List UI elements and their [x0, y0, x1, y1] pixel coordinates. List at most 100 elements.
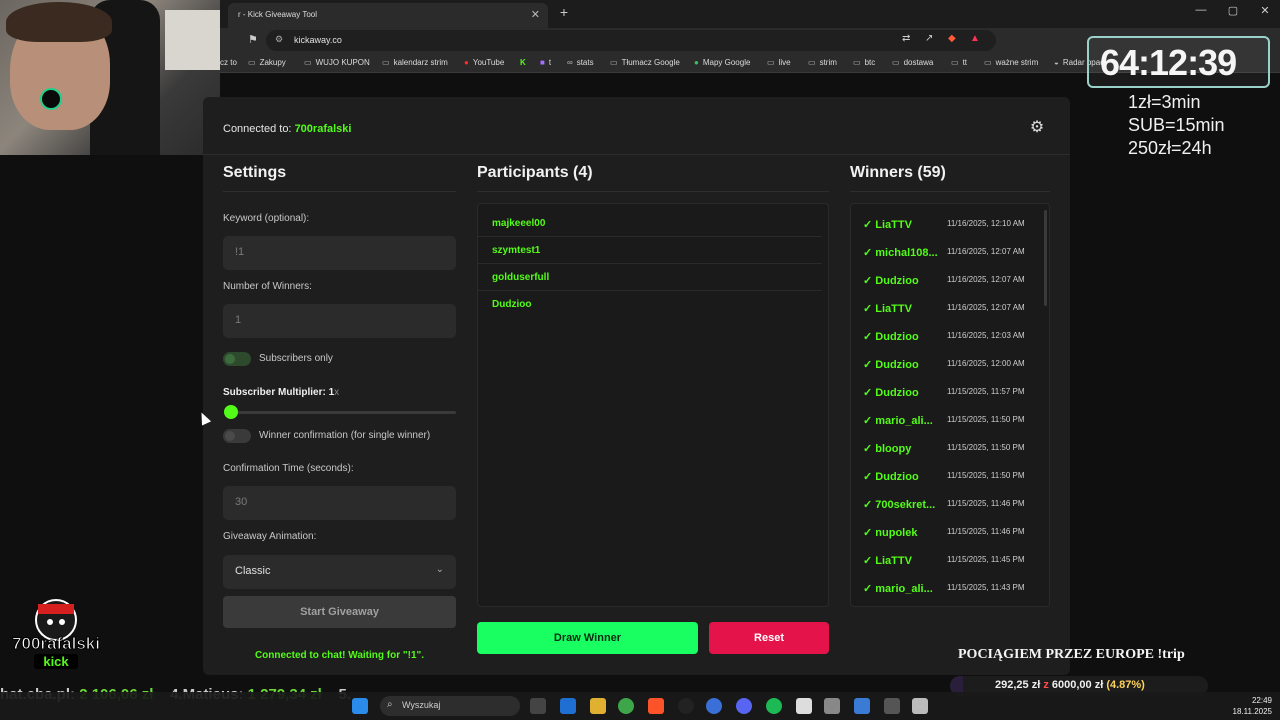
bookmark-icon[interactable]: ⚑ — [248, 33, 258, 46]
bookmark-item[interactable]: ▭ live — [767, 58, 791, 67]
logo-text: 700rafalski — [12, 634, 101, 654]
multiplier-slider-handle[interactable] — [224, 405, 238, 419]
bookmark-item[interactable]: ▭ Zakupy — [248, 58, 286, 67]
winner-name: ✓ Dudzioo — [863, 275, 919, 287]
bookmark-item[interactable]: ● Mapy Google — [694, 58, 750, 67]
app-icon[interactable] — [912, 698, 928, 714]
subscribers-only-toggle[interactable] — [223, 352, 251, 366]
start-icon[interactable] — [352, 698, 368, 714]
bookmark-item[interactable]: ∞ stats — [567, 58, 594, 67]
discord-icon[interactable] — [736, 698, 752, 714]
check-icon: ✓ — [863, 555, 876, 567]
winner-name: ✓ LiaTTV — [863, 303, 912, 315]
maps-icon: ● — [694, 58, 699, 67]
confirmation-time-input[interactable]: 30 — [223, 486, 456, 520]
browser-tab[interactable]: r - Kick Giveaway Tool ✕ — [228, 3, 548, 28]
winner-item: ✓ LiaTTV 11/15/2025, 11:45 PM — [851, 546, 1049, 574]
folder-icon: ▭ — [984, 58, 992, 67]
channel-name: 700rafalski — [294, 123, 352, 135]
translate-icon[interactable]: ⇄ — [902, 33, 910, 44]
check-icon: ✓ — [863, 275, 876, 287]
app-icon[interactable] — [560, 698, 576, 714]
winner-time: 11/16/2025, 12:07 AM — [947, 247, 1025, 256]
address-bar[interactable]: ⚙ kickaway.co — [266, 30, 996, 51]
weather-icon: ◒ — [1054, 58, 1059, 67]
channel-logo: 700rafalski kick — [4, 596, 108, 674]
rate-line: 250zł=24h — [1128, 138, 1212, 158]
app-icon[interactable] — [706, 698, 722, 714]
kick-bookmark-icon[interactable]: K — [520, 58, 526, 67]
winner-time: 11/15/2025, 11:50 PM — [947, 471, 1025, 480]
share-icon[interactable]: ↗ — [925, 33, 933, 44]
winner-item: ✓ bloopy 11/15/2025, 11:50 PM — [851, 434, 1049, 462]
new-tab-icon[interactable]: + — [554, 4, 574, 20]
multiplier-label: Subscriber Multiplier: 1x — [223, 387, 340, 398]
brave-shield-icon[interactable]: ◆ — [948, 33, 956, 44]
site-info-icon[interactable]: ⚙ — [275, 34, 283, 45]
winner-confirmation-toggle[interactable] — [223, 429, 251, 443]
winner-item: ✓ mario_ali... 11/15/2025, 11:50 PM — [851, 406, 1049, 434]
winner-name: ✓ LiaTTV — [863, 555, 912, 567]
minimize-icon[interactable]: — — [1186, 4, 1216, 16]
winner-name: ✓ nupolek — [863, 527, 918, 539]
multiplier-slider-track[interactable] — [231, 411, 456, 414]
bookmark-item[interactable]: ▭ Tłumacz Google — [610, 58, 680, 67]
winner-item: ✓ Dudzioo 11/16/2025, 12:00 AM — [851, 350, 1049, 378]
bookmark-item[interactable]: ■ t — [540, 58, 551, 67]
bookmark-item[interactable]: cz to — [220, 58, 237, 67]
close-window-icon[interactable]: ✕ — [1250, 4, 1280, 17]
bookmark-item[interactable]: ▭ tt — [951, 58, 967, 67]
stats-icon: ∞ — [567, 58, 573, 67]
reset-button[interactable]: Reset — [709, 622, 829, 654]
chat-status: Connected to chat! Waiting for "!1". — [254, 650, 425, 661]
animation-select[interactable]: Classic ⌄ — [223, 555, 456, 589]
chevron-down-icon: ⌄ — [435, 564, 444, 575]
app-icon[interactable] — [854, 698, 870, 714]
winners-count-input[interactable]: 1 — [223, 304, 456, 338]
start-giveaway-button[interactable]: Start Giveaway — [223, 596, 456, 628]
trip-goal-title: POCIĄGIEM PRZEZ EUROPE !trip — [958, 647, 1185, 662]
draw-winner-button[interactable]: Draw Winner — [477, 622, 698, 654]
winners-list[interactable]: ✓ LiaTTV 11/16/2025, 12:10 AM ✓ michal108.… — [850, 203, 1050, 607]
winner-item: ✓ LiaTTV 11/16/2025, 12:07 AM — [851, 294, 1049, 322]
winner-time: 11/16/2025, 12:10 AM — [947, 219, 1025, 228]
app-icon[interactable] — [884, 698, 900, 714]
taskbar-search[interactable]: ⌕ Wyszukaj — [380, 696, 520, 716]
bookmark-item[interactable]: ▭ dostawa — [892, 58, 933, 67]
rate-line: 1zł=3min — [1128, 92, 1201, 112]
webcam-microphone — [40, 88, 62, 110]
webcam-feed — [0, 0, 220, 155]
brave-rewards-icon[interactable]: ▲ — [970, 33, 980, 44]
bookmark-item[interactable]: ▭ strim — [808, 58, 837, 67]
taskview-icon[interactable] — [530, 698, 546, 714]
winners-scrollbar[interactable] — [1044, 210, 1047, 306]
winner-name: ✓ LiaTTV — [863, 219, 912, 231]
folder-icon: ▭ — [767, 58, 775, 67]
browser-tabstrip: r - Kick Giveaway Tool ✕ + — ▢ ✕ — [220, 0, 1280, 28]
keyword-label: Keyword (optional): — [223, 213, 310, 224]
keyword-input[interactable]: !1 — [223, 236, 456, 270]
spotify-icon[interactable] — [766, 698, 782, 714]
winners-count-label: Number of Winners: — [223, 281, 312, 292]
bookmark-item[interactable]: ▭ btc — [853, 58, 875, 67]
participant-item: Dudzioo — [492, 299, 532, 310]
bookmark-item[interactable]: ▭ kalendarz strim — [382, 58, 448, 67]
maximize-icon[interactable]: ▢ — [1218, 4, 1248, 17]
explorer-icon[interactable] — [590, 698, 606, 714]
obs-icon[interactable] — [678, 698, 694, 714]
folder-icon: ▭ — [892, 58, 900, 67]
taskbar-clock[interactable]: 22:49 18.11.2025 — [1222, 695, 1272, 717]
app-icon[interactable] — [796, 698, 812, 714]
gear-icon[interactable]: ⚙ — [1026, 117, 1048, 139]
chrome-icon[interactable] — [618, 698, 634, 714]
bookmark-item[interactable]: ● YouTube — [464, 58, 504, 67]
bookmark-item[interactable]: ▭ ważne strim — [984, 58, 1038, 67]
url-text: kickaway.co — [294, 35, 342, 45]
bookmark-item[interactable]: ▭ WUJO KUPON — [304, 58, 370, 67]
tab-close-icon[interactable]: ✕ — [531, 8, 540, 21]
subathon-timer: 64:12:39 — [1100, 42, 1237, 83]
trip-goal-text: 292,25 zł z 6000,00 zł (4.87%) — [995, 679, 1145, 691]
webcam-background-shelf — [165, 10, 220, 70]
app-icon[interactable] — [824, 698, 840, 714]
brave-icon[interactable] — [648, 698, 664, 714]
